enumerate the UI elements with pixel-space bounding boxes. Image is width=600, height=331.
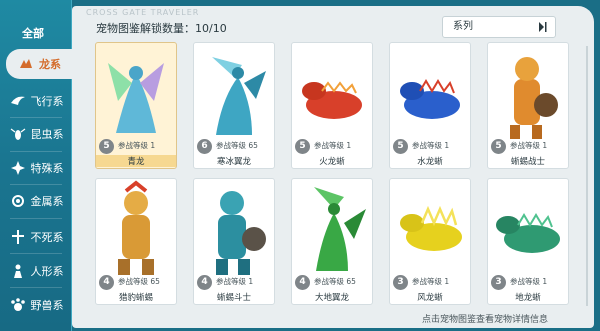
pet-name: 蜥蜴战士 [510,157,545,167]
pet-card[interactable]: 4 参战等级 65 大地翼龙 [291,178,373,305]
pet-portrait [96,179,176,282]
sidebar-item-beast[interactable]: 野兽系 [0,290,72,320]
filter-label: 系列 [453,21,473,32]
pet-card[interactable]: 5 参战等级 1 火龙蜥 [291,42,373,169]
star-badge: 3 [491,275,506,290]
pet-portrait [390,179,470,282]
humanoid-icon [9,262,27,280]
dragon-icon [17,55,35,73]
watermark-text: CROSS GATE TRAVELER [86,8,200,17]
sidebar-item-label: 野兽系 [30,299,64,312]
sidebar-item-label: 金属系 [30,195,64,208]
insect-icon [9,125,27,143]
divider [10,184,62,185]
pet-card[interactable]: 4 参战等级 1 蜥蜴斗士 [193,178,275,305]
pet-portrait [292,179,372,282]
sidebar-item-label: 飞行系 [30,95,64,108]
battle-level: 参战等级 1 [412,141,450,150]
divider [10,151,62,152]
special-icon [9,159,27,177]
wing-icon [9,92,27,110]
divider [10,117,62,118]
pet-card[interactable]: 5 参战等级 1 青龙 [95,42,177,169]
star-badge: 4 [99,275,114,290]
pet-card[interactable]: 5 参战等级 1 蜥蜴战士 [487,42,569,169]
sidebar-item-label: 全部 [22,27,44,40]
pet-name: 青龙 [96,155,176,167]
pet-card[interactable]: 6 参战等级 65 寒冰翼龙 [193,42,275,169]
pet-name: 风龙蜥 [417,293,443,303]
pet-name: 地龙蜥 [515,293,541,303]
pet-name: 水龙蜥 [417,157,443,167]
pet-name: 蜥蜴斗士 [216,293,251,303]
sidebar-item-label: 人形系 [30,265,64,278]
star-badge: 5 [99,139,114,154]
pet-portrait [194,43,274,146]
battle-level: 参战等级 65 [314,277,356,286]
battle-level: 参战等级 1 [118,141,156,150]
unlock-count: 宠物图鉴解锁数量：10/10 [96,22,227,35]
series-filter-dropdown[interactable]: 系列 [442,16,556,38]
sidebar-item-flying[interactable]: 飞行系 [0,86,72,116]
pet-card[interactable]: 3 参战等级 1 地龙蜥 [487,178,569,305]
star-badge: 5 [491,139,506,154]
star-badge: 4 [295,275,310,290]
pet-portrait [292,43,372,146]
metal-icon [9,192,27,210]
sidebar-item-undead[interactable]: 不死系 [0,222,72,252]
battle-level: 参战等级 65 [216,141,258,150]
pet-portrait [390,43,470,146]
sidebar-item-metal[interactable]: 金属系 [0,186,72,216]
battle-level: 参战等级 65 [118,277,160,286]
star-badge: 6 [197,139,212,154]
pet-portrait [96,43,176,146]
star-badge: 5 [393,139,408,154]
star-badge: 3 [393,275,408,290]
sidebar-item-label: 特殊系 [30,162,64,175]
pet-name: 火龙蜥 [319,157,345,167]
battle-level: 参战等级 1 [412,277,450,286]
pet-card-grid: 5 参战等级 1 青龙 6 参战等级 65 寒冰翼龙 5 参战等级 1 火龙蜥 … [95,42,569,306]
divider [10,287,62,288]
sidebar-item-insect[interactable]: 昆虫系 [0,119,72,149]
pet-card[interactable]: 4 参战等级 65 猎豹蜥蜴 [95,178,177,305]
divider [10,218,62,219]
play-arrow-icon [537,21,549,33]
star-badge: 5 [295,139,310,154]
divider [10,253,62,254]
footer-hint: 点击宠物图鉴查看宠物详情信息 [422,315,549,325]
sidebar-item-label: 不死系 [30,231,64,244]
battle-level: 参战等级 1 [510,277,548,286]
sidebar-item-humanoid[interactable]: 人形系 [0,256,72,286]
pet-card[interactable]: 5 参战等级 1 水龙蜥 [389,42,471,169]
scrollbar[interactable] [586,46,588,306]
pet-name: 大地翼龙 [314,293,349,303]
pet-name: 猎豹蜥蜴 [118,293,153,303]
battle-level: 参战等级 1 [216,277,254,286]
sidebar-item-all[interactable]: 全部 [0,18,72,48]
battle-level: 参战等级 1 [314,141,352,150]
star-badge: 4 [197,275,212,290]
pet-portrait [194,179,274,282]
pet-portrait [488,179,568,282]
pet-portrait [488,43,568,146]
beast-icon [9,296,27,314]
pet-codex-panel: CROSS GATE TRAVELER 宠物图鉴解锁数量：10/10 系列 5 … [72,6,594,328]
pet-card[interactable]: 3 参战等级 1 风龙蜥 [389,178,471,305]
pet-name: 寒冰翼龙 [216,157,251,167]
battle-level: 参战等级 1 [510,141,548,150]
category-sidebar: 全部 龙系 飞行系 昆虫系 特殊系 金属系 不死系 人形系 野兽系 [0,0,72,331]
sidebar-item-dragon[interactable]: 龙系 [6,49,72,79]
sidebar-item-label: 昆虫系 [30,128,64,141]
sidebar-item-label: 龙系 [39,58,61,71]
sidebar-item-special[interactable]: 特殊系 [0,153,72,183]
undead-icon [9,228,27,246]
